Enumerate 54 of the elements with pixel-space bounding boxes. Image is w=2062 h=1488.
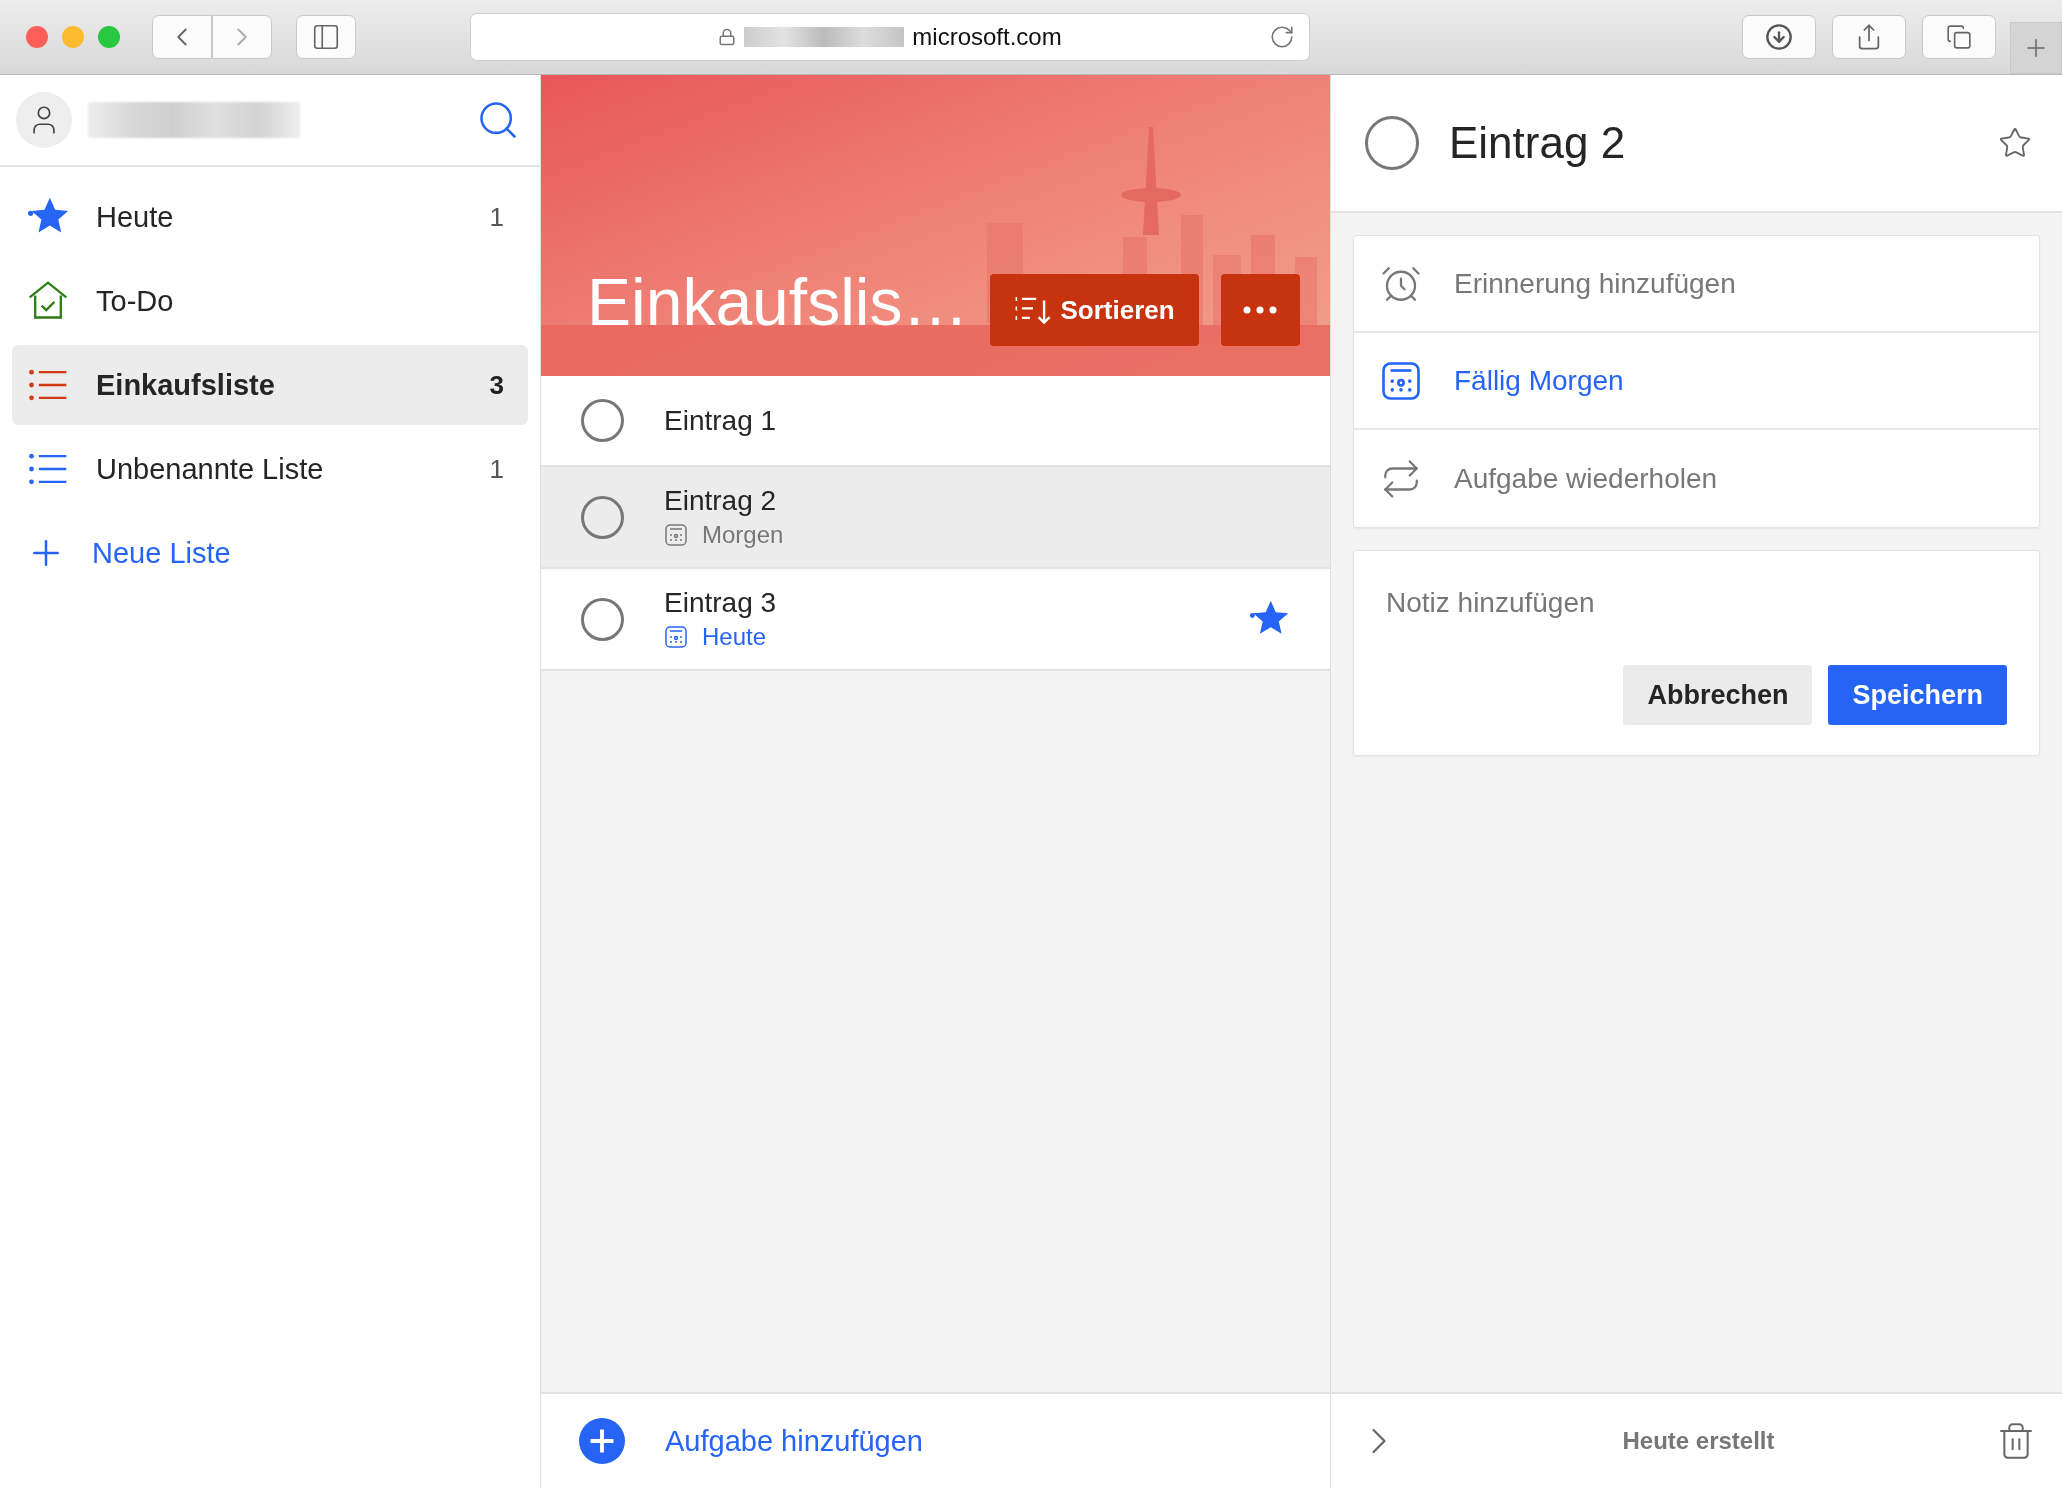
sidebar-item-label: Einkaufsliste xyxy=(96,368,276,402)
new-list-label: Neue Liste xyxy=(92,536,231,570)
due-date: Morgen xyxy=(664,521,1330,549)
task-row[interactable]: Eintrag 2 Morgen xyxy=(541,467,1330,569)
item-count: 1 xyxy=(489,201,504,233)
item-count: 3 xyxy=(489,369,504,401)
lock-icon xyxy=(718,28,737,46)
task-detail-title: Eintrag 2 xyxy=(1449,118,1627,168)
detail-option[interactable]: Erinnerung hinzufügen xyxy=(1354,236,2039,333)
plus-circle-icon xyxy=(579,1418,625,1464)
task-checkbox[interactable] xyxy=(581,399,624,442)
task-title: Eintrag 3 xyxy=(664,587,778,619)
item-count: 1 xyxy=(489,453,504,485)
task-title: Eintrag 2 xyxy=(664,485,778,517)
new-list-link[interactable]: Neue Liste xyxy=(12,513,528,593)
sidebar-item-label: To-Do xyxy=(96,284,175,318)
sidebar-toggle-button[interactable] xyxy=(296,15,356,59)
due-date: Heute xyxy=(664,623,1330,651)
save-button[interactable]: Speichern xyxy=(1828,665,2007,725)
star-button[interactable] xyxy=(1998,126,2032,160)
task-row[interactable]: Eintrag 3 Heute xyxy=(541,569,1330,671)
tabs-button[interactable] xyxy=(1922,15,1996,59)
star-icon xyxy=(1998,126,2032,160)
address-field[interactable]: microsoft.com xyxy=(470,13,1310,61)
sidebar-item-label: Heute xyxy=(96,200,175,234)
sidebar-item[interactable]: Heute 1 xyxy=(12,177,528,257)
share-button[interactable] xyxy=(1832,15,1906,59)
sidebar-item-label: Unbenannte Liste xyxy=(96,452,325,486)
reload-icon[interactable] xyxy=(1269,24,1295,50)
cancel-button[interactable]: Abbrechen xyxy=(1623,665,1813,725)
list-title: Einkaufslis… xyxy=(587,264,969,341)
calendar-icon xyxy=(664,523,688,547)
detail-option[interactable]: Aufgabe wiederholen xyxy=(1354,430,2039,527)
download-icon xyxy=(1765,23,1793,51)
detail-option[interactable]: Fällig Morgen xyxy=(1354,333,2039,430)
sidebar-icon xyxy=(311,22,341,52)
task-checkbox[interactable] xyxy=(581,597,624,641)
download-button[interactable] xyxy=(1742,15,1816,59)
more-icon xyxy=(1243,306,1278,314)
tabs-icon xyxy=(1946,24,1972,50)
sort-icon xyxy=(1014,294,1053,326)
task-row[interactable]: Eintrag 1 xyxy=(541,376,1330,467)
calendar-icon xyxy=(664,625,688,649)
new-tab-button[interactable] xyxy=(2010,22,2062,74)
created-date: Heute erstellt xyxy=(1621,1427,1776,1455)
sort-button[interactable]: Sortieren xyxy=(990,274,1199,346)
task-title: Eintrag 1 xyxy=(664,404,778,437)
sidebar-item[interactable]: Unbenannte Liste 1 xyxy=(12,429,528,509)
calendar-icon xyxy=(1380,359,1422,402)
close-window-button[interactable] xyxy=(26,26,48,48)
sidebar-item[interactable]: To-Do xyxy=(12,261,528,341)
task-checkbox[interactable] xyxy=(1365,116,1419,170)
sidebar-item[interactable]: Einkaufsliste 3 xyxy=(12,345,528,425)
task-checkbox[interactable] xyxy=(581,495,624,539)
